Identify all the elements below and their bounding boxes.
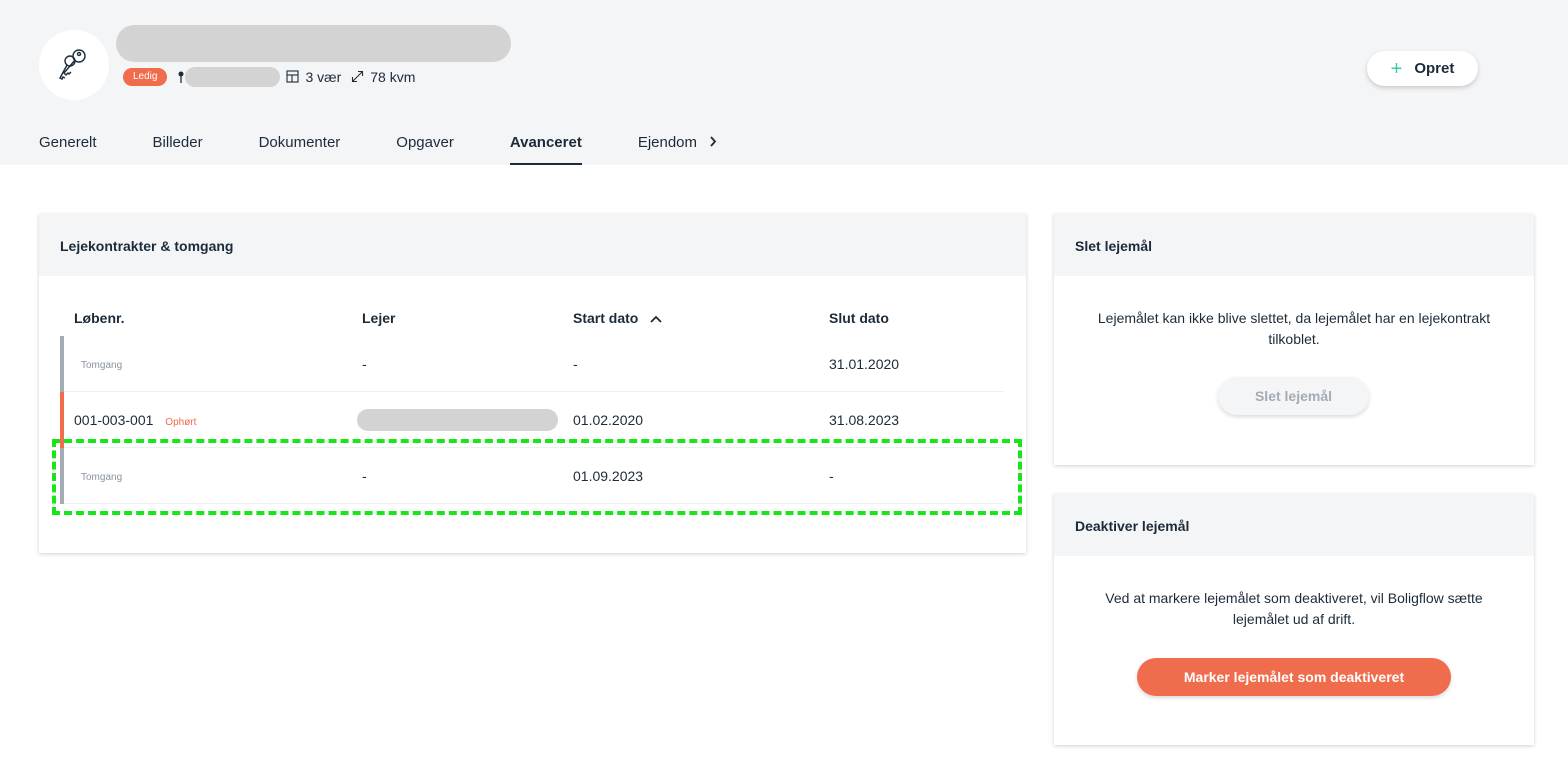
tab-opgaver[interactable]: Opgaver (396, 122, 454, 165)
column-header-number[interactable]: Løbenr. (74, 310, 125, 326)
row-number-cell: 001-003-001 Ophørt (74, 412, 196, 428)
address-redacted (185, 67, 281, 87)
chevron-right-icon (709, 134, 717, 151)
column-header-end[interactable]: Slut dato (829, 310, 889, 326)
delete-card-text: Lejemålet kan ikke blive slettet, da lej… (1097, 310, 1491, 347)
deactivate-unit-button[interactable]: Marker lejemålet som deaktiveret (1137, 658, 1451, 696)
unit-meta: Ledig 3 vær 78 kvm (123, 67, 425, 87)
expand-arrows-icon (351, 70, 365, 84)
row-status-bar (60, 336, 64, 392)
tab-avanceret[interactable]: Avanceret (509, 122, 582, 165)
row-status-bar (60, 392, 64, 448)
table-row[interactable]: Tomgang - - 31.01.2020 (60, 336, 1004, 392)
table-row[interactable]: Tomgang - 01.09.2023 - (60, 448, 1004, 504)
tab-dokumenter[interactable]: Dokumenter (259, 122, 341, 165)
row-number: 001-003-001 (74, 412, 154, 428)
tab-ejendom-label: Ejendom (637, 134, 698, 151)
unit-header: Ledig 3 vær 78 kvm + Opret Generelt Bill… (0, 0, 1568, 165)
column-header-tenant[interactable]: Lejer (362, 310, 395, 326)
row-tenant: - (362, 468, 367, 484)
deactivate-card-text: Ved at markere lejemålet som deaktiveret… (1105, 590, 1483, 627)
contracts-card: Lejekontrakter & tomgang Løbenr. Lejer S… (39, 214, 1026, 553)
plus-icon: + (1390, 57, 1403, 80)
tab-billeder[interactable]: Billeder (153, 122, 203, 165)
unit-title-redacted (116, 25, 511, 62)
tenant-redacted (357, 409, 558, 431)
create-button[interactable]: + Opret (1367, 51, 1478, 86)
area-size: 78 kvm (370, 69, 416, 85)
status-badge: Ledig (123, 68, 168, 86)
row-start: 01.09.2023 (573, 468, 644, 484)
row-tenant: - (362, 356, 367, 372)
column-header-start[interactable]: Start dato (573, 310, 662, 326)
row-number: Tomgang (81, 360, 123, 371)
row-start: 01.02.2020 (573, 412, 644, 428)
row-end: 31.01.2020 (829, 356, 900, 372)
tab-ejendom[interactable]: Ejendom (638, 122, 717, 165)
tab-generelt[interactable]: Generelt (39, 122, 97, 165)
floorplan-icon (286, 70, 300, 84)
table-row[interactable]: 001-003-001 Ophørt 01.02.2020 31.08.2023 (60, 392, 1004, 448)
row-end: - (829, 468, 834, 484)
create-button-label: Opret (1414, 60, 1455, 77)
column-header-start-label: Start dato (573, 310, 639, 326)
keys-icon (59, 49, 86, 80)
tab-bar: Generelt Billeder Dokumenter Opgaver Ava… (39, 122, 773, 165)
location-pin-icon (177, 70, 185, 84)
row-end: 31.08.2023 (829, 412, 900, 428)
delete-card-title: Slet lejemål (1054, 214, 1534, 276)
delete-unit-card: Slet lejemål Lejemålet kan ikke blive sl… (1054, 214, 1534, 465)
chevron-up-icon (650, 315, 662, 323)
row-start: - (573, 356, 578, 372)
rooms-count: 3 vær (305, 69, 342, 85)
row-status: Ophørt (165, 417, 197, 428)
delete-unit-button[interactable]: Slet lejemål (1218, 377, 1369, 415)
contracts-card-title: Lejekontrakter & tomgang (39, 214, 1026, 276)
row-number: Tomgang (81, 472, 123, 483)
row-status-bar (60, 448, 64, 504)
deactivate-card-title: Deaktiver lejemål (1054, 494, 1534, 556)
unit-avatar (39, 30, 109, 100)
deactivate-unit-card: Deaktiver lejemål Ved at markere lejemål… (1054, 494, 1534, 745)
